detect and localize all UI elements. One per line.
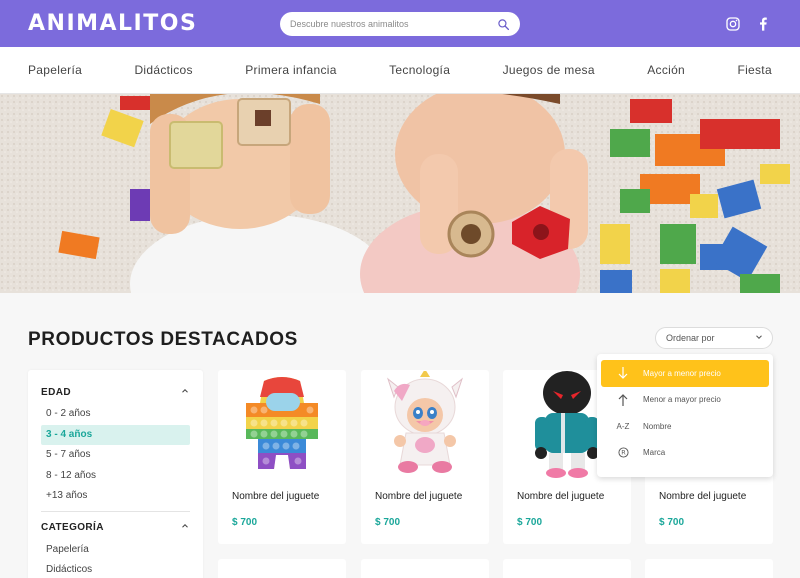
nav-item-primera-infancia[interactable]: Primera infancia [245,63,337,77]
hero-banner [0,94,800,293]
sort-select[interactable]: Ordenar por [655,327,773,349]
nav-item-accion[interactable]: Acción [647,63,685,77]
nav-item-papeleria[interactable]: Papelería [28,63,82,77]
social-links [724,15,772,33]
filter-category-list: Papelería Didácticos [41,540,190,578]
sort-dropdown: Mayor a menor precio Menor a mayor preci… [597,354,773,477]
product-name[interactable]: Nombre del juguete [232,491,319,502]
filter-option[interactable]: Papelería [41,540,190,561]
filter-option[interactable]: 0 - 2 años [41,404,190,425]
a-z-icon: A-Z [616,421,630,431]
section-title: PRODUCTOS DESTACADOS [28,329,298,350]
nav-item-juegos-de-mesa[interactable]: Juegos de mesa [503,63,595,77]
filter-age-header[interactable]: EDAD [41,382,190,402]
product-card[interactable] [645,559,773,578]
filter-option[interactable]: 5 - 7 años [41,445,190,466]
filter-option[interactable]: +13 años [41,486,190,507]
brand-logo[interactable]: ANIMALITOS [28,11,197,36]
product-image[interactable] [218,370,346,480]
sort-label: Ordenar por [666,333,715,343]
filter-age-list: 0 - 2 años 3 - 4 años 5 - 7 años 8 - 12 … [41,404,190,507]
product-price: $ 700 [375,517,401,528]
featured-section: PRODUCTOS DESTACADOS Ordenar por EDAD 0 … [0,293,800,578]
product-card[interactable]: Nombre del juguete $ 700 [361,370,489,544]
filter-category-title: CATEGORÍA [41,522,104,533]
product-card[interactable] [503,559,631,578]
product-name[interactable]: Nombre del juguete [659,491,746,502]
nav-item-tecnologia[interactable]: Tecnología [389,63,450,77]
arrow-up-icon [613,393,633,406]
chevron-up-icon[interactable] [180,386,190,399]
sort-option-label: Nombre [643,421,672,431]
filter-age-title: EDAD [41,386,71,398]
filter-category-header[interactable]: CATEGORÍA [41,518,190,538]
svg-text:R: R [621,449,626,457]
filter-sidebar: EDAD 0 - 2 años 3 - 4 años 5 - 7 años 8 … [28,370,203,578]
filter-option[interactable]: Didácticos [41,560,190,578]
sort-option-label: Mayor a menor precio [643,368,721,378]
category-nav: Papelería Didácticos Primera infancia Te… [0,47,800,94]
filter-option[interactable]: 8 - 12 años [41,466,190,487]
chevron-up-icon[interactable] [180,521,190,534]
product-price: $ 700 [232,517,258,528]
sort-option-name[interactable]: A-Z Nombre [601,413,769,440]
arrow-down-icon [613,367,633,380]
product-price: $ 700 [517,517,543,528]
search-icon[interactable] [496,17,510,31]
sort-option-price-desc[interactable]: Mayor a menor precio [601,360,769,387]
filter-option-selected[interactable]: 3 - 4 años [41,424,190,445]
chevron-down-icon [754,332,764,344]
product-card[interactable]: Nombre del juguete $ 700 [218,370,346,544]
sort-option-label: Menor a mayor precio [643,395,721,405]
top-bar: ANIMALITOS [0,0,800,47]
search-input[interactable] [290,19,496,29]
product-image[interactable] [361,370,489,480]
nav-item-didacticos[interactable]: Didácticos [134,63,192,77]
sort-option-brand[interactable]: R Marca [601,440,769,467]
divider [41,510,190,512]
sort-option-price-asc[interactable]: Menor a mayor precio [601,387,769,414]
product-card[interactable] [361,559,489,578]
product-name[interactable]: Nombre del juguete [517,491,604,502]
hero-image [0,94,800,293]
nav-item-fiesta[interactable]: Fiesta [737,63,771,77]
facebook-icon[interactable] [754,15,772,33]
registered-icon: R [613,447,633,458]
product-card[interactable] [218,559,346,578]
product-price: $ 700 [659,517,685,528]
sort-option-label: Marca [643,448,666,458]
instagram-icon[interactable] [724,15,742,33]
product-name[interactable]: Nombre del juguete [375,491,462,502]
search-box[interactable] [280,12,520,36]
